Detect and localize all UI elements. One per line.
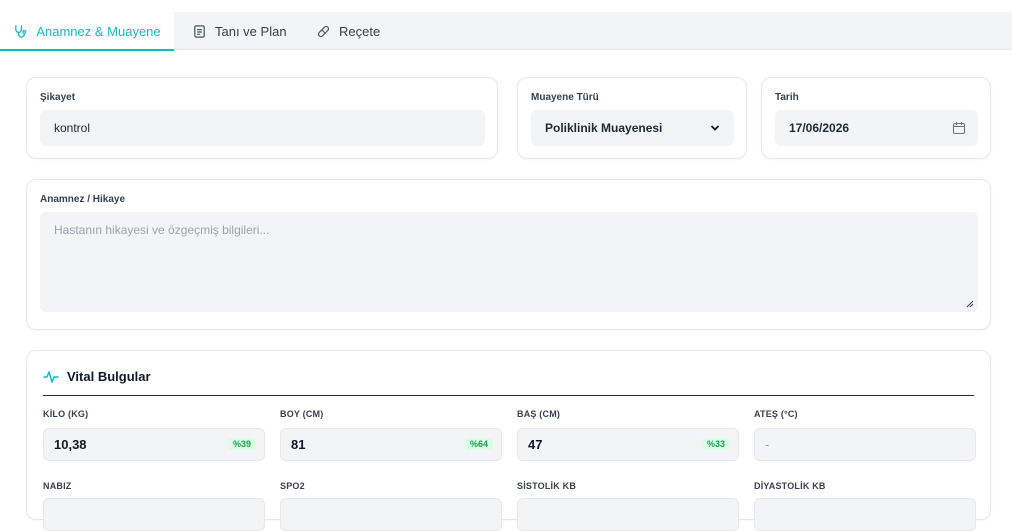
vital-input-diyastolik[interactable] <box>754 498 976 531</box>
stethoscope-icon <box>15 24 27 38</box>
tab-bar: Anamnez & Muayene Tanı ve Plan Reçete <box>0 12 1012 51</box>
vital-label-boy: BOY (CM) <box>280 409 324 419</box>
date-card: Tarih 17/06/2026 <box>761 77 991 159</box>
tab-tani-plan[interactable]: Tanı ve Plan <box>192 12 292 50</box>
complaint-label: Şikayet <box>40 92 76 103</box>
vital-value: 10,38 <box>54 437 87 452</box>
tab-label: Reçete <box>339 23 381 39</box>
vitals-card: Vital Bulgular KİLO (KG) 10,38 %39 BOY (… <box>26 350 991 531</box>
vital-input-nabiz[interactable] <box>43 498 265 531</box>
vital-value: 47 <box>528 437 543 452</box>
vital-input-boy[interactable]: 81 %64 <box>280 428 502 461</box>
vitals-header: Vital Bulgular <box>43 369 151 384</box>
pill-icon <box>317 25 330 37</box>
exam-type-select[interactable]: Poliklinik Muayenesi <box>531 110 734 146</box>
vital-label-bas: BAŞ (CM) <box>517 409 561 419</box>
exam-type-value: Poliklinik Muayenesi <box>545 121 663 135</box>
history-placeholder: Hastanın hikayesi ve özgeçmiş bilgileri.… <box>54 223 270 237</box>
vital-label-nabiz: NABIZ <box>43 481 72 491</box>
calendar-icon[interactable] <box>952 121 966 135</box>
date-value: 17/06/2026 <box>789 121 850 135</box>
activity-icon <box>43 370 59 383</box>
percentile-badge: %39 <box>227 438 256 450</box>
tab-label: Tanı ve Plan <box>215 23 287 39</box>
vital-label-sistolik: SİSTOLİK KB <box>517 481 577 491</box>
history-textarea[interactable]: Hastanın hikayesi ve özgeçmiş bilgileri.… <box>40 212 978 312</box>
percentile-badge: %64 <box>464 438 493 450</box>
vital-label-kilo: KİLO (KG) <box>43 409 89 419</box>
percentile-badge: %33 <box>701 438 730 450</box>
complaint-input[interactable]: kontrol <box>40 110 485 146</box>
vital-input-sistolik[interactable] <box>517 498 739 531</box>
vitals-title: Vital Bulgular <box>67 369 151 384</box>
vital-input-kilo[interactable]: 10,38 %39 <box>43 428 265 461</box>
vital-label-ates: ATEŞ (°C) <box>754 409 798 419</box>
vital-label-spo2: SPO2 <box>280 481 305 491</box>
complaint-card: Şikayet kontrol <box>26 77 498 159</box>
document-icon <box>194 24 205 38</box>
exam-type-card: Muayene Türü Poliklinik Muayenesi <box>517 77 747 159</box>
vital-label-diyastolik: DİYASTOLİK KB <box>754 481 826 491</box>
tab-recete[interactable]: Reçete <box>316 12 396 50</box>
date-label: Tarih <box>775 92 799 103</box>
vital-input-spo2[interactable] <box>280 498 502 531</box>
history-label: Anamnez / Hikaye <box>40 194 126 205</box>
vitals-divider <box>43 395 974 396</box>
chevron-down-icon <box>710 125 720 131</box>
vital-value: - <box>765 437 770 452</box>
resize-handle-icon[interactable] <box>966 300 974 308</box>
date-input[interactable]: 17/06/2026 <box>775 110 978 146</box>
history-card: Anamnez / Hikaye Hastanın hikayesi ve öz… <box>26 179 991 330</box>
vital-input-bas[interactable]: 47 %33 <box>517 428 739 461</box>
exam-type-label: Muayene Türü <box>531 92 599 103</box>
tab-anamnez-muayene[interactable]: Anamnez & Muayene <box>0 12 174 51</box>
vital-value: 81 <box>291 437 306 452</box>
tab-label: Anamnez & Muayene <box>36 23 161 39</box>
vital-input-ates[interactable]: - <box>754 428 976 461</box>
